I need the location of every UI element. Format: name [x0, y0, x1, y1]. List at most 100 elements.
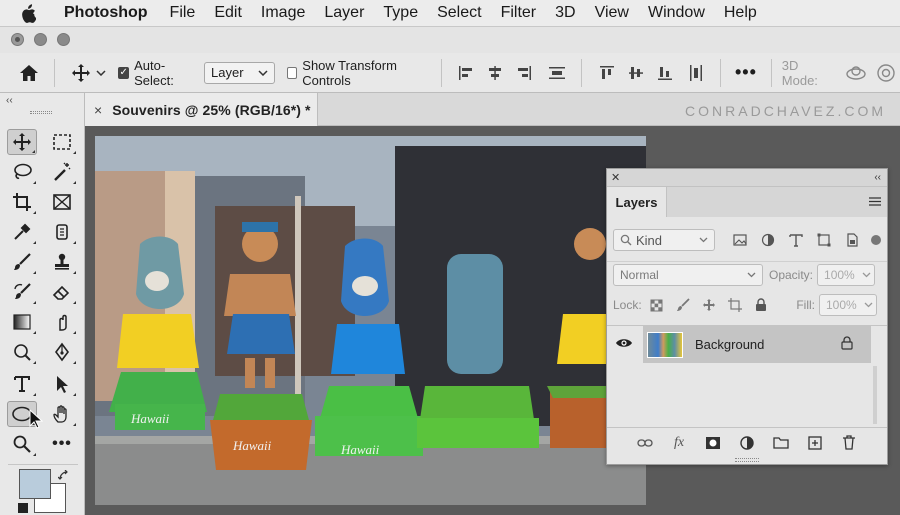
align-right-edges-icon[interactable] [513, 61, 534, 85]
menu-window[interactable]: Window [648, 4, 705, 22]
3d-roll-icon[interactable] [875, 61, 896, 85]
close-panel-icon[interactable]: ✕ [611, 171, 620, 184]
align-top-edges-icon[interactable] [596, 61, 617, 85]
brush-icon[interactable] [7, 249, 37, 275]
panel-resize-grip[interactable] [735, 458, 759, 462]
default-colors-icon[interactable] [18, 503, 28, 513]
fill-value: 100% [826, 298, 857, 312]
smudge-icon[interactable] [47, 309, 77, 335]
filter-pixel-layer-icon[interactable] [729, 229, 751, 251]
rectangular-marquee-icon[interactable] [47, 129, 77, 155]
filter-adjustment-layer-icon[interactable] [757, 229, 779, 251]
auto-select-target-dropdown[interactable]: Layer [204, 61, 275, 84]
options-bar: ✓ Auto-Select: Layer Show Transform Cont… [0, 53, 900, 93]
filter-toggle[interactable] [871, 235, 881, 245]
spot-healing-brush-icon[interactable] [47, 219, 77, 245]
lock-image-pixels-icon[interactable] [672, 294, 694, 316]
menu-edit[interactable]: Edit [214, 4, 242, 22]
lock-transparent-pixels-icon[interactable] [646, 294, 668, 316]
filter-kind-dropdown[interactable]: Kind [613, 229, 715, 251]
dodge-icon[interactable] [7, 339, 37, 365]
tab-layers[interactable]: Layers [607, 187, 667, 217]
clone-stamp-icon[interactable] [47, 249, 77, 275]
divider [8, 464, 78, 465]
menu-type[interactable]: Type [383, 4, 418, 22]
eraser-icon[interactable] [47, 279, 77, 305]
more-options-icon[interactable]: ••• [735, 61, 757, 85]
pen-icon[interactable] [47, 339, 77, 365]
close-icon[interactable]: × [94, 102, 102, 118]
auto-select-checkbox[interactable]: ✓ [118, 66, 130, 79]
tab-layers-label: Layers [615, 194, 658, 210]
3d-orbit-icon[interactable] [845, 61, 867, 85]
align-horizontal-centers-icon[interactable] [484, 61, 505, 85]
menu-select[interactable]: Select [437, 4, 481, 22]
align-vertical-centers-icon[interactable] [625, 61, 646, 85]
window-zoom-button[interactable] [57, 33, 70, 46]
collapse-panel-icon[interactable]: ‹‹ [874, 172, 881, 183]
window-minimize-button[interactable] [34, 33, 47, 46]
apple-logo-icon[interactable] [20, 3, 46, 23]
frame-tool-icon[interactable] [47, 189, 77, 215]
type-icon[interactable] [7, 371, 37, 397]
distribute-vertical-icon[interactable] [546, 61, 567, 85]
eye-icon[interactable] [615, 337, 633, 352]
lock-row: Lock: Fill: 100% [607, 293, 887, 317]
menu-image[interactable]: Image [261, 4, 305, 22]
document-image[interactable]: Hawaii Hawaii Hawaii [95, 136, 646, 505]
move-tool-preset-icon[interactable] [71, 61, 92, 85]
menu-layer[interactable]: Layer [324, 4, 364, 22]
hand-icon[interactable] [47, 401, 77, 427]
fill-field[interactable]: 100% [819, 294, 877, 316]
layer-thumbnail[interactable] [647, 331, 683, 358]
crop-icon[interactable] [7, 189, 37, 215]
magic-wand-icon[interactable] [47, 159, 77, 185]
filter-type-layer-icon[interactable] [785, 229, 807, 251]
adjustment-layer-icon[interactable] [736, 432, 758, 454]
move-tool-icon[interactable] [7, 129, 37, 155]
auto-select-target-value: Layer [211, 65, 244, 80]
blend-mode-dropdown[interactable]: Normal [613, 263, 763, 286]
trash-icon[interactable] [838, 432, 860, 454]
history-brush-icon[interactable] [7, 279, 37, 305]
collapse-panel-icon[interactable]: ‹‹ [6, 95, 13, 106]
home-icon[interactable] [19, 61, 40, 85]
distribute-horizontal-icon[interactable] [685, 61, 706, 85]
lock-position-icon[interactable] [698, 294, 720, 316]
new-layer-icon[interactable] [804, 432, 826, 454]
lock-artboard-icon[interactable] [724, 294, 746, 316]
layer-style-fx-icon[interactable]: fx [668, 432, 690, 454]
foreground-color-swatch[interactable] [19, 469, 51, 499]
menu-file[interactable]: File [170, 4, 196, 22]
align-bottom-edges-icon[interactable] [654, 61, 675, 85]
filter-shape-layer-icon[interactable] [813, 229, 835, 251]
window-close-button[interactable] [11, 33, 24, 46]
layer-name[interactable]: Background [695, 337, 764, 352]
document-tab[interactable]: × Souvenirs @ 25% (RGB/16*) * [85, 93, 318, 126]
zoom-icon[interactable] [7, 431, 37, 457]
edit-toolbar-icon[interactable]: ••• [47, 431, 77, 457]
menu-3d[interactable]: 3D [555, 4, 575, 22]
swap-colors-icon[interactable] [57, 469, 70, 487]
chevron-down-icon[interactable] [96, 69, 106, 76]
panel-menu-icon[interactable] [869, 195, 881, 209]
new-group-folder-icon[interactable] [770, 432, 792, 454]
layer-row[interactable]: Background [643, 326, 871, 363]
add-mask-icon[interactable] [702, 432, 724, 454]
path-selection-icon[interactable] [47, 371, 77, 397]
panel-grip[interactable] [30, 111, 52, 114]
layers-list-scrollbar[interactable] [873, 366, 877, 424]
menu-view[interactable]: View [595, 4, 629, 22]
menu-help[interactable]: Help [724, 4, 757, 22]
opacity-field[interactable]: 100% [817, 263, 876, 286]
gradient-icon[interactable] [7, 309, 37, 335]
menu-app-name[interactable]: Photoshop [64, 4, 148, 22]
lock-all-icon[interactable] [750, 294, 772, 316]
align-left-edges-icon[interactable] [455, 61, 476, 85]
lasso-icon[interactable] [7, 159, 37, 185]
link-layers-icon[interactable] [634, 432, 656, 454]
show-transform-controls-checkbox[interactable] [286, 66, 298, 79]
filter-smart-object-icon[interactable] [841, 229, 863, 251]
eyedropper-icon[interactable] [7, 219, 37, 245]
menu-filter[interactable]: Filter [501, 4, 537, 22]
